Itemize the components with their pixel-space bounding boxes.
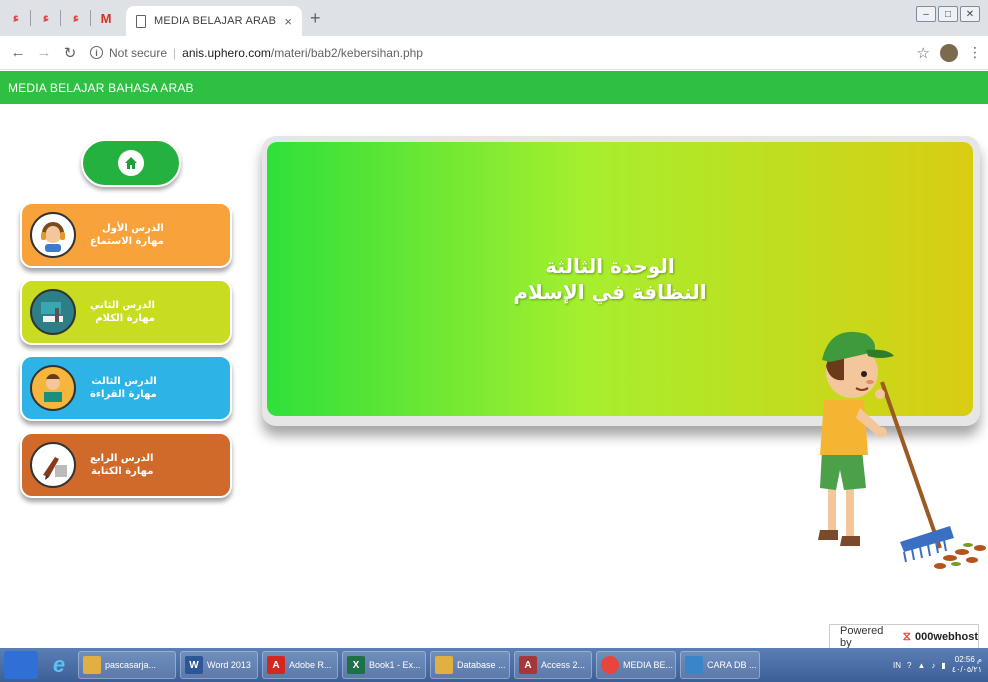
- lesson-skill: مهارة الاستماع: [90, 236, 164, 247]
- unit-number: الوحدة الثالثة: [545, 254, 675, 278]
- browser-tab-bar: ء ء ء M MEDIA BELAJAR ARAB × + – □ ✕: [0, 0, 988, 36]
- window-controls: – □ ✕: [916, 6, 980, 22]
- clock-time: 02:56 م: [954, 655, 982, 664]
- screen: ء ء ء M MEDIA BELAJAR ARAB × + – □ ✕ ← →…: [0, 0, 988, 682]
- menu-kebab-icon[interactable]: ⋮: [968, 44, 982, 61]
- boy-raking-illustration: [818, 331, 986, 569]
- classroom-icon: [30, 289, 76, 335]
- lesson-label: الدرس الرابع مهارة الكتابة: [90, 452, 153, 478]
- tab-separator: [90, 10, 91, 26]
- address-bar[interactable]: i Not secure | anis.uphero.com /materi/b…: [90, 40, 907, 66]
- new-tab-button[interactable]: +: [310, 8, 321, 29]
- taskbar: e pascasarja... W Word 2013 A Adobe R...…: [0, 648, 988, 682]
- taskbar-item-label: Adobe R...: [289, 660, 332, 670]
- language-indicator[interactable]: IN: [893, 661, 901, 670]
- taskbar-item-label: pascasarja...: [105, 660, 157, 670]
- folder-icon: [83, 656, 101, 674]
- signal-icon[interactable]: ▮: [941, 661, 945, 670]
- taskbar-item[interactable]: A Access 2...: [514, 651, 592, 679]
- taskbar-item[interactable]: W Word 2013: [180, 651, 258, 679]
- lesson-button-2[interactable]: الدرس الثاني مهارة الكلام: [20, 279, 232, 345]
- word-icon: W: [185, 656, 203, 674]
- security-status: Not secure: [109, 45, 168, 60]
- forward-arrow-icon[interactable]: →: [32, 41, 56, 65]
- tab-separator: [30, 10, 31, 26]
- taskbar-item-label: CARA DB ...: [707, 660, 757, 670]
- pinned-tab-3[interactable]: ء: [66, 8, 86, 28]
- site-title[interactable]: MEDIA BELAJAR BAHASA ARAB: [8, 81, 194, 95]
- taskbar-item-label: Database ...: [457, 660, 506, 670]
- lesson-number: الدرس الأول: [102, 223, 164, 234]
- taskbar-item-label: Book1 - Ex...: [369, 660, 421, 670]
- powered-by-text: Powered by: [840, 624, 884, 649]
- minimize-button[interactable]: –: [916, 6, 936, 22]
- unit-title: النظافة في الإسلام: [513, 280, 707, 304]
- taskbar-item[interactable]: MEDIA BE...: [596, 651, 676, 679]
- back-arrow-icon[interactable]: ←: [6, 41, 30, 65]
- excel-icon: X: [347, 656, 365, 674]
- profile-avatar[interactable]: [940, 43, 958, 62]
- system-tray: IN ? ▲ ♪ ▮ 02:56 م ٤٠/٠٥/٢١: [893, 655, 988, 675]
- browser-toolbar: ← → ↻ i Not secure | anis.uphero.com /ma…: [0, 36, 988, 70]
- reading-boy-icon: [30, 365, 76, 411]
- access-icon: A: [519, 656, 537, 674]
- internet-explorer-icon[interactable]: e: [44, 651, 74, 679]
- lesson-number: الدرس الثاني: [90, 300, 155, 311]
- powered-by-badge[interactable]: Powered by ⧖ 000webhost: [829, 624, 979, 649]
- webhost-logo-icon: ⧖: [902, 629, 912, 643]
- lesson-label: الدرس الأول مهارة الاستماع: [90, 222, 164, 248]
- clock-date: ٤٠/٠٥/٢١: [951, 665, 982, 674]
- clock[interactable]: 02:56 م ٤٠/٠٥/٢١: [952, 655, 982, 675]
- document-icon: [136, 14, 146, 28]
- info-icon[interactable]: i: [90, 46, 103, 59]
- tab-close-icon[interactable]: ×: [284, 14, 292, 29]
- lesson-number: الدرس الثالث: [91, 376, 157, 387]
- site-header: MEDIA BELAJAR BAHASA ARAB: [0, 71, 988, 104]
- url-path: /materi/bab2/kebersihan.php: [270, 45, 423, 60]
- pinned-tab-1[interactable]: ء: [6, 8, 26, 28]
- network-icon[interactable]: ▲: [917, 661, 925, 670]
- lesson-button-4[interactable]: الدرس الرابع مهارة الكتابة: [20, 432, 232, 498]
- maximize-button[interactable]: □: [938, 6, 958, 22]
- lesson-skill: مهارة الكلام: [95, 313, 155, 324]
- volume-icon[interactable]: ♪: [931, 661, 935, 670]
- url-divider: |: [173, 45, 177, 60]
- taskbar-item[interactable]: X Book1 - Ex...: [342, 651, 426, 679]
- tab-title: MEDIA BELAJAR ARAB: [154, 15, 277, 27]
- pinned-tab-gmail[interactable]: M: [96, 8, 116, 28]
- taskbar-item-label: Access 2...: [541, 660, 586, 670]
- page-content: الدرس الأول مهارة الاستماع الدرس الثاني …: [0, 104, 988, 649]
- home-icon: [118, 150, 144, 176]
- lesson-button-1[interactable]: الدرس الأول مهارة الاستماع: [20, 202, 232, 268]
- taskbar-item[interactable]: Database ...: [430, 651, 510, 679]
- start-button[interactable]: [4, 651, 38, 679]
- taskbar-item-label: Word 2013: [207, 660, 251, 670]
- close-window-button[interactable]: ✕: [960, 6, 980, 22]
- taskbar-item[interactable]: A Adobe R...: [262, 651, 338, 679]
- lesson-label: الدرس الثالث مهارة القراءة: [90, 375, 157, 401]
- folder-icon: [435, 656, 453, 674]
- chrome-icon: [601, 656, 619, 674]
- url-host: anis.uphero.com: [182, 45, 271, 60]
- reload-icon[interactable]: ↻: [58, 41, 82, 65]
- taskbar-item[interactable]: pascasarja...: [78, 651, 176, 679]
- lesson-number: الدرس الرابع: [90, 453, 154, 464]
- powered-by-brand: 000webhost: [915, 630, 978, 643]
- pinned-tab-2[interactable]: ء: [36, 8, 56, 28]
- active-tab[interactable]: MEDIA BELAJAR ARAB ×: [126, 6, 302, 36]
- home-button[interactable]: [81, 139, 181, 187]
- tab-separator: [60, 10, 61, 26]
- lesson-skill: مهارة الكتابة: [91, 466, 154, 477]
- lesson-skill: مهارة القراءة: [90, 389, 157, 400]
- taskbar-item[interactable]: CARA DB ...: [680, 651, 760, 679]
- adobe-reader-icon: A: [267, 656, 285, 674]
- writing-hand-icon: [30, 442, 76, 488]
- lesson-button-3[interactable]: الدرس الثالث مهارة القراءة: [20, 355, 232, 421]
- picture-viewer-icon: [685, 656, 703, 674]
- bookmark-star-icon[interactable]: ☆: [917, 44, 930, 62]
- headphones-boy-icon: [30, 212, 76, 258]
- taskbar-item-label: MEDIA BE...: [623, 660, 674, 670]
- lesson-label: الدرس الثاني مهارة الكلام: [90, 299, 155, 325]
- help-icon[interactable]: ?: [907, 661, 911, 670]
